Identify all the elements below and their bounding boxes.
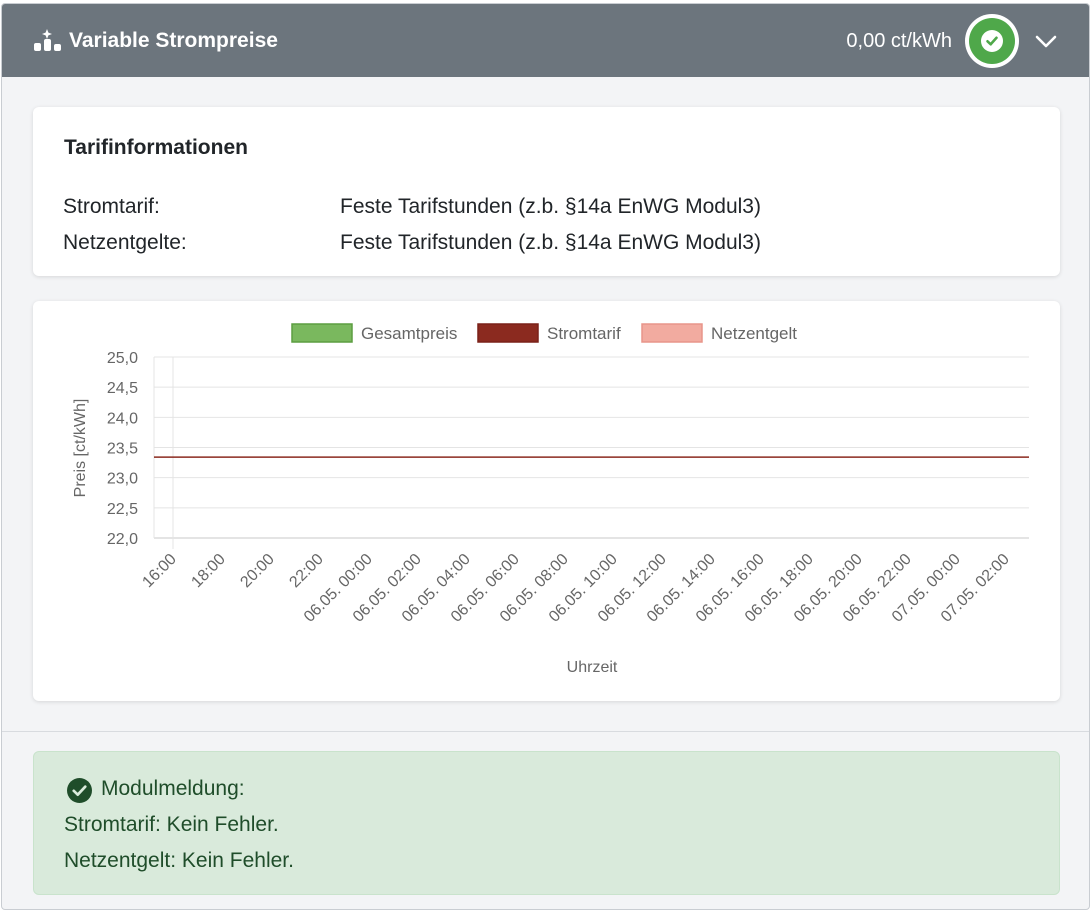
y-tick-label: 22,5 xyxy=(107,501,138,518)
legend-swatch xyxy=(291,323,353,343)
x-tick-label: 20:00 xyxy=(237,551,277,591)
legend-label: Stromtarif xyxy=(547,324,621,343)
message-line: Stromtarif: Kein Fehler. xyxy=(64,813,279,836)
x-tick-label: 16:00 xyxy=(139,551,179,591)
x-tick-label: 22:00 xyxy=(286,551,326,591)
tariff-row-netz: Netzentgelte: Feste Tarifstunden (z.b. §… xyxy=(63,230,761,256)
message-title: Modulmeldung: xyxy=(101,777,245,800)
card-header[interactable]: Variable Strompreise 0,00 ct/kWh xyxy=(2,4,1089,77)
tariff-row-label: Netzentgelte: xyxy=(63,231,187,254)
price-chart-panel: 25,0 24,5 24,0 23,5 23,0 22,5 22,0 16:00 18:00 20… xyxy=(33,301,1060,701)
y-tick-label: 24,0 xyxy=(107,410,138,427)
y-tick-label: 24,5 xyxy=(107,380,138,397)
tariff-row-label: Stromtarif: xyxy=(63,195,160,218)
y-tick-label: 25,0 xyxy=(107,350,138,367)
tariff-row-strom: Stromtarif: Feste Tarifstunden (z.b. §14… xyxy=(63,194,761,220)
tariff-heading: Tarifinformationen xyxy=(64,136,248,159)
x-tick-label: 18:00 xyxy=(188,551,228,591)
y-tick-label: 23,5 xyxy=(107,441,138,458)
y-tick-label: 22,0 xyxy=(107,531,138,548)
card-title: Variable Strompreise xyxy=(69,29,278,52)
y-tick-label: 23,0 xyxy=(107,471,138,488)
legend-swatch xyxy=(641,323,703,343)
message-line: Netzentgelt: Kein Fehler. xyxy=(64,849,294,872)
tariff-row-value: Feste Tarifstunden (z.b. §14a EnWG Modul… xyxy=(340,231,761,254)
chevron-down-icon[interactable] xyxy=(1034,32,1058,50)
legend-label: Gesamtpreis xyxy=(361,324,457,343)
check-icon xyxy=(986,36,998,46)
legend-label: Netzentgelt xyxy=(711,324,797,343)
current-price: 0,00 ct/kWh xyxy=(846,30,952,52)
chart-sparkle-icon xyxy=(34,29,61,51)
x-axis-title: Uhrzeit xyxy=(567,659,618,676)
status-indicator xyxy=(965,14,1019,68)
module-message: Modulmeldung: Stromtarif: Kein Fehler. N… xyxy=(33,751,1060,895)
module-card: Variable Strompreise 0,00 ct/kWh Tarifin… xyxy=(1,3,1090,910)
check-circle-icon xyxy=(67,778,92,803)
tariff-info-panel: Tarifinformationen Stromtarif: Feste Tar… xyxy=(33,107,1060,276)
tariff-row-value: Feste Tarifstunden (z.b. §14a EnWG Modul… xyxy=(340,195,761,218)
legend-swatch xyxy=(477,323,539,343)
divider xyxy=(2,731,1089,732)
price-chart: 25,0 24,5 24,0 23,5 23,0 22,5 22,016:00 18:00 20… xyxy=(72,323,1029,676)
y-axis-title: Preis [ct/kWh] xyxy=(72,399,89,498)
